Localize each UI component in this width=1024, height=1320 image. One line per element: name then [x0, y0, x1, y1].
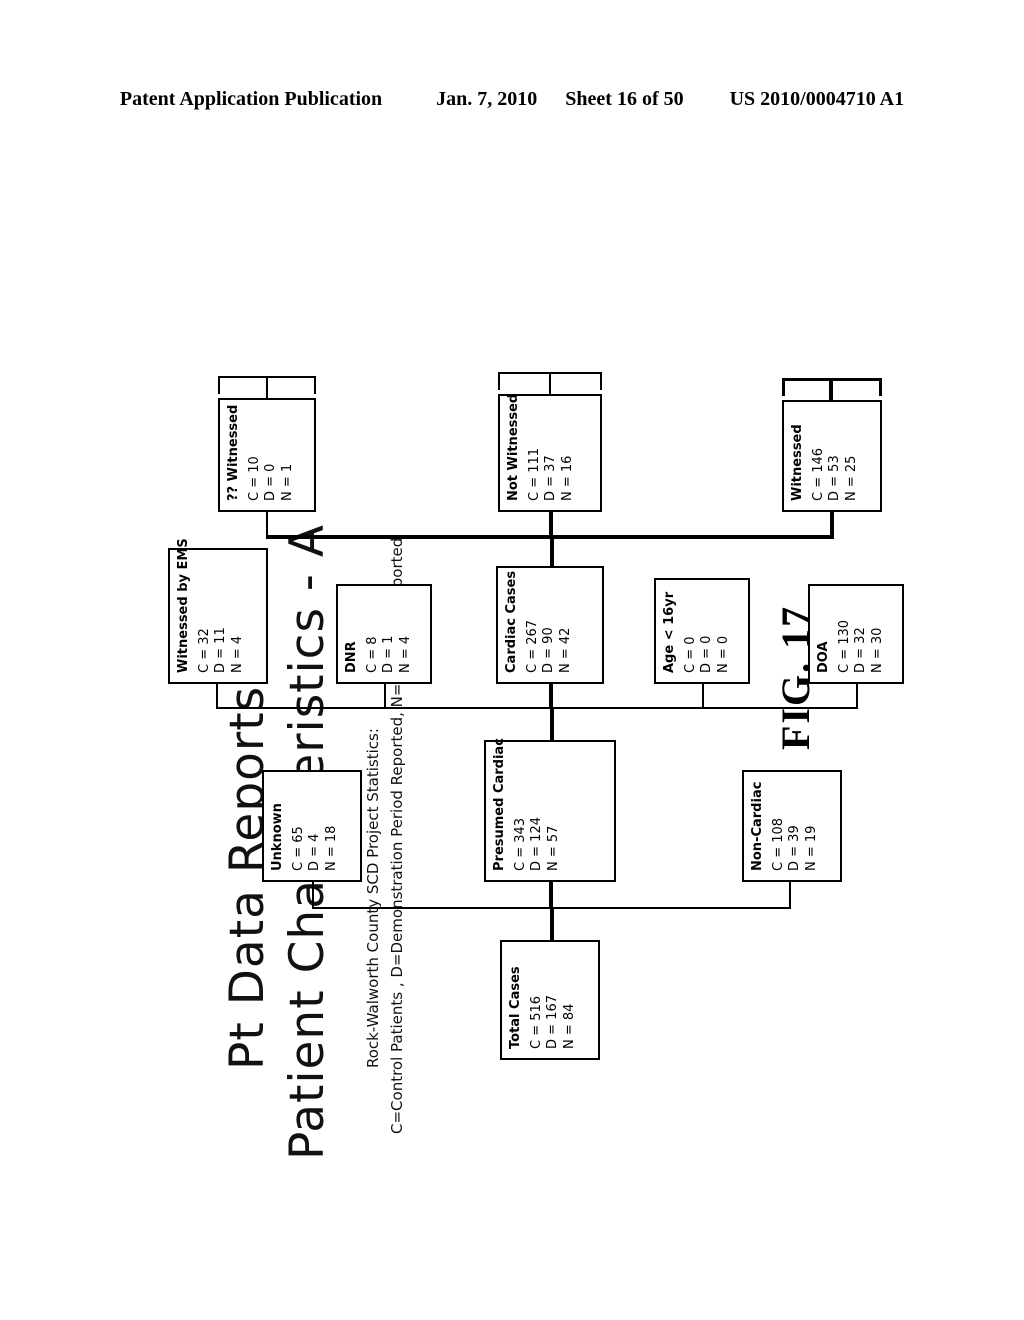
node-witnessed-by-ems-n: N = 4 — [229, 635, 245, 673]
bracket-qq-witnessed — [218, 376, 316, 394]
node-non-cardiac-title: Non-Cardiac — [750, 781, 765, 871]
node-age-under-16-d: D = 0 — [699, 635, 715, 673]
node-witnessed-d: D = 53 — [827, 455, 843, 501]
node-not-witnessed-stats: C = 111 D = 37 N = 16 — [527, 405, 577, 501]
bracket-witnessed — [782, 378, 882, 396]
connector-total-cases-stub — [550, 908, 554, 942]
node-qq-witnessed-d: D = 0 — [263, 463, 279, 501]
node-total-cases-d: D = 167 — [545, 995, 561, 1049]
node-qq-witnessed-n: N = 1 — [279, 463, 295, 501]
node-age-under-16-title: Age < 16yr — [662, 591, 677, 673]
connector-to-age-under-16 — [702, 683, 704, 709]
node-cardiac-cases[interactable]: Cardiac Cases C = 267 D = 90 N = 42 — [496, 566, 604, 684]
node-witnessed-n: N = 25 — [843, 455, 859, 501]
node-doa-title: DOA — [816, 641, 831, 673]
node-witnessed-by-ems-c: C = 32 — [196, 628, 212, 673]
node-presumed-cardiac-stats: C = 343 D = 124 N = 57 — [513, 751, 563, 871]
node-total-cases-stats: C = 516 D = 167 N = 84 — [529, 951, 579, 1049]
node-cardiac-cases-title: Cardiac Cases — [504, 570, 519, 673]
node-doa-c: C = 130 — [836, 619, 852, 673]
node-cardiac-cases-c: C = 267 — [524, 619, 540, 673]
node-qq-witnessed-title: ?? Witnessed — [226, 404, 241, 501]
node-non-cardiac[interactable]: Non-Cardiac C = 108 D = 39 N = 19 — [742, 770, 842, 882]
node-doa-stats: C = 130 D = 32 N = 30 — [837, 595, 887, 673]
node-dnr[interactable]: DNR C = 8 D = 1 N = 4 — [336, 584, 432, 684]
node-age-under-16[interactable]: Age < 16yr C = 0 D = 0 N = 0 — [654, 578, 750, 684]
node-age-under-16-c: C = 0 — [682, 636, 698, 673]
node-unknown-d: D = 4 — [307, 833, 323, 871]
node-presumed-cardiac-title: Presumed Cardiac — [492, 738, 507, 871]
node-qq-witnessed[interactable]: ?? Witnessed C = 10 D = 0 N = 1 — [218, 398, 316, 512]
node-unknown-n: N = 18 — [323, 825, 339, 871]
node-not-witnessed-title: Not Witnessed — [506, 393, 521, 501]
node-witnessed-by-ems-stats: C = 32 D = 11 N = 4 — [197, 559, 247, 673]
node-unknown[interactable]: Unknown C = 65 D = 4 N = 18 — [262, 770, 362, 882]
node-non-cardiac-c: C = 108 — [770, 817, 786, 871]
node-unknown-stats: C = 65 D = 4 N = 18 — [291, 781, 341, 871]
node-non-cardiac-n: N = 19 — [803, 825, 819, 871]
connector-to-unknown — [312, 881, 314, 909]
node-qq-witnessed-stats: C = 10 D = 0 N = 1 — [247, 409, 297, 501]
node-witnessed-stats: C = 146 D = 53 N = 25 — [811, 411, 861, 501]
connector-to-cardiac-cases — [549, 683, 553, 709]
node-dnr-d: D = 1 — [381, 635, 397, 673]
node-qq-witnessed-c: C = 10 — [246, 456, 262, 501]
connector-to-presumed-cardiac — [549, 881, 553, 909]
node-presumed-cardiac-n: N = 57 — [545, 825, 561, 871]
node-unknown-title: Unknown — [270, 803, 285, 871]
node-total-cases-title: Total Cases — [508, 966, 523, 1049]
connector-to-qq-witnessed — [266, 511, 268, 539]
node-doa-d: D = 32 — [853, 627, 869, 673]
node-witnessed[interactable]: Witnessed C = 146 D = 53 N = 25 — [782, 400, 882, 512]
node-not-witnessed[interactable]: Not Witnessed C = 111 D = 37 N = 16 — [498, 394, 602, 512]
node-dnr-c: C = 8 — [364, 636, 380, 673]
node-not-witnessed-c: C = 111 — [526, 447, 542, 501]
connector-to-doa — [856, 683, 858, 709]
node-cardiac-cases-stats: C = 267 D = 90 N = 42 — [525, 577, 575, 673]
connector-to-dnr — [384, 683, 386, 709]
connector-to-witnessed-by-ems — [216, 683, 218, 709]
node-cardiac-cases-d: D = 90 — [541, 627, 557, 673]
node-presumed-cardiac-c: C = 343 — [512, 817, 528, 871]
connector-to-witnessed — [830, 511, 834, 539]
node-not-witnessed-n: N = 16 — [559, 455, 575, 501]
node-witnessed-c: C = 146 — [810, 447, 826, 501]
node-dnr-title: DNR — [344, 641, 359, 673]
node-presumed-cardiac-d: D = 124 — [529, 817, 545, 871]
node-age-under-16-n: N = 0 — [715, 635, 731, 673]
node-witnessed-by-ems-title: Witnessed by EMS — [176, 538, 191, 673]
node-total-cases[interactable]: Total Cases C = 516 D = 167 N = 84 — [500, 940, 600, 1060]
bracket-not-witnessed — [498, 372, 602, 390]
connector-to-non-cardiac — [789, 881, 791, 909]
node-presumed-cardiac[interactable]: Presumed Cardiac C = 343 D = 124 N = 57 — [484, 738, 616, 882]
node-cardiac-cases-n: N = 42 — [557, 627, 573, 673]
node-age-under-16-stats: C = 0 D = 0 N = 0 — [683, 589, 733, 673]
figure-canvas: Pt Data Reports Patient Characteristics … — [132, 100, 904, 1220]
node-witnessed-by-ems[interactable]: Witnessed by EMS C = 32 D = 11 N = 4 — [168, 538, 268, 684]
node-dnr-stats: C = 8 D = 1 N = 4 — [365, 595, 415, 673]
node-dnr-n: N = 4 — [397, 635, 413, 673]
connector-presumed-cardiac-stub — [550, 708, 554, 740]
connector-level3-spine — [216, 707, 856, 709]
node-non-cardiac-d: D = 39 — [787, 825, 803, 871]
node-non-cardiac-stats: C = 108 D = 39 N = 19 — [771, 781, 821, 871]
node-not-witnessed-d: D = 37 — [543, 455, 559, 501]
node-witnessed-title: Witnessed — [790, 424, 805, 501]
node-total-cases-n: N = 84 — [561, 1003, 577, 1049]
node-witnessed-by-ems-d: D = 11 — [213, 627, 229, 673]
node-doa[interactable]: DOA C = 130 D = 32 N = 30 — [808, 584, 904, 684]
figure-subtitle-line-1: Rock-Walworth County SCD Project Statist… — [364, 728, 382, 1068]
connector-to-not-witnessed — [549, 511, 553, 539]
node-total-cases-c: C = 516 — [528, 995, 544, 1049]
node-doa-n: N = 30 — [869, 627, 885, 673]
node-unknown-c: C = 65 — [290, 826, 306, 871]
